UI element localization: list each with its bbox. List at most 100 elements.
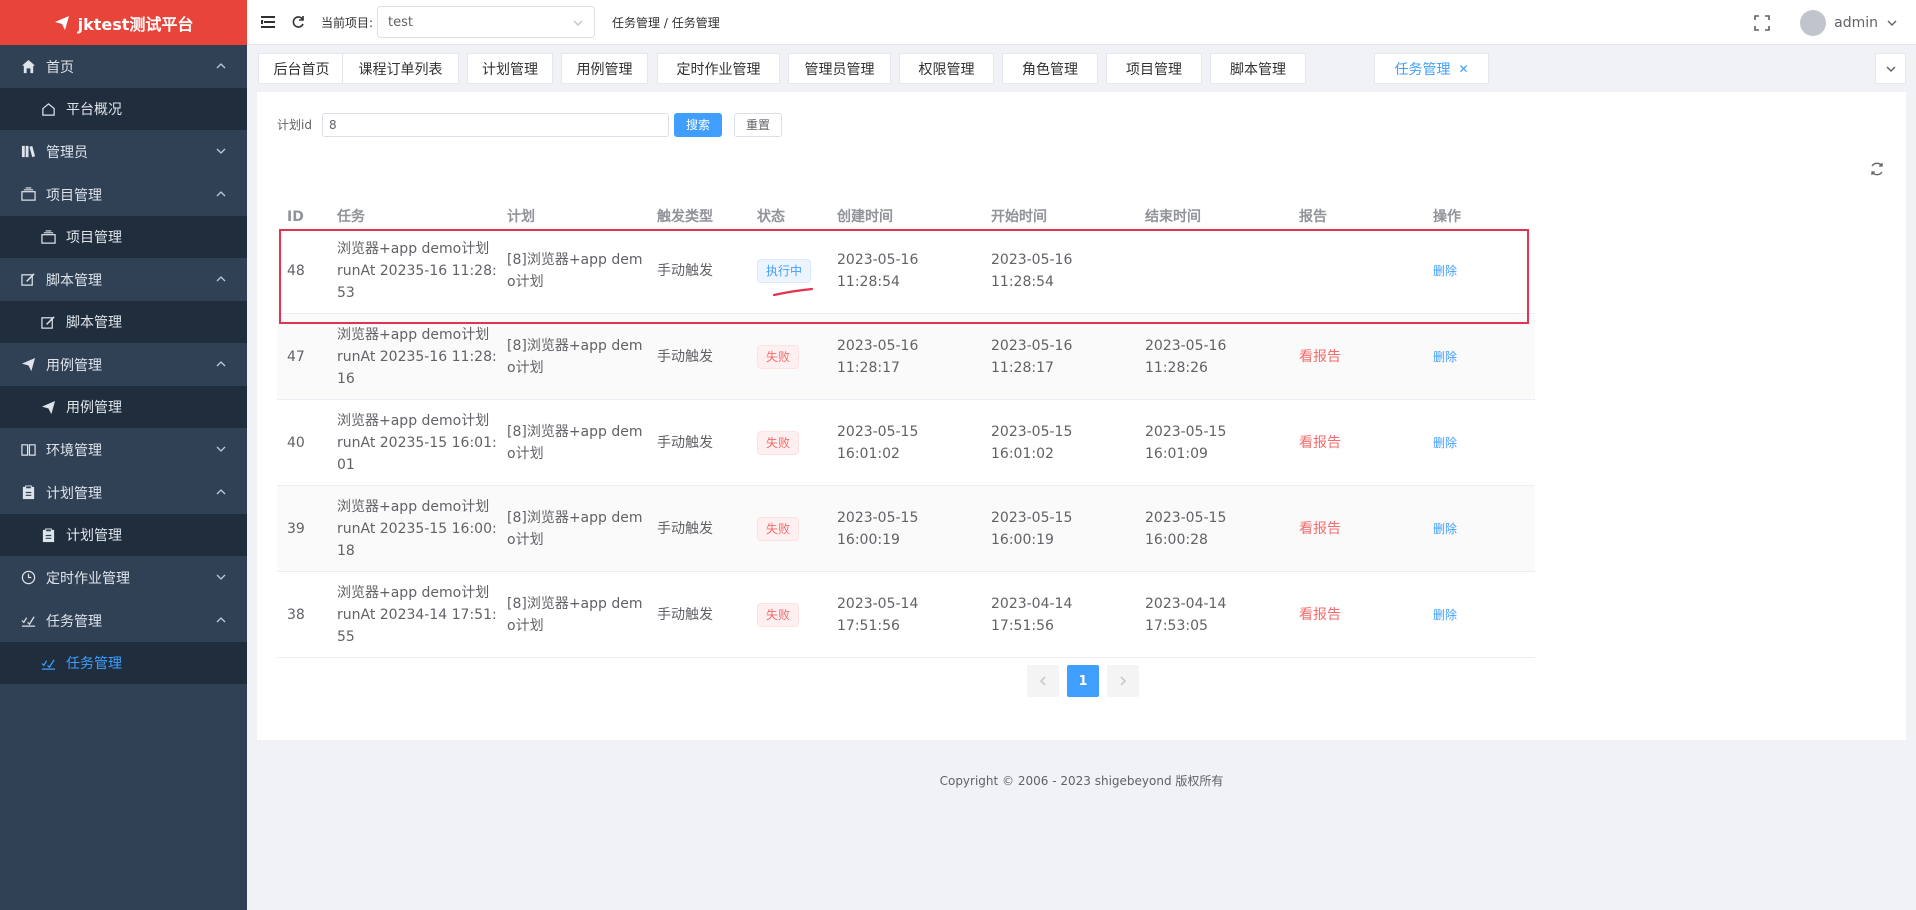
sidebar-item-label: 脚本管理 bbox=[46, 272, 102, 289]
sidebar-subitem-6-0[interactable]: 计划管理 bbox=[0, 514, 247, 556]
cell-created: 2023-05-16 11:28:54 bbox=[837, 251, 919, 290]
view-report-link[interactable]: 看报告 bbox=[1299, 349, 1341, 365]
house-outline-icon bbox=[40, 101, 56, 117]
tab-8[interactable]: 项目管理 bbox=[1106, 53, 1202, 84]
sidebar-item-3[interactable]: 脚本管理 bbox=[0, 258, 247, 301]
chevron-down-icon bbox=[215, 571, 227, 583]
tab-7[interactable]: 角色管理 bbox=[1002, 53, 1098, 84]
sidebar-item-0[interactable]: 首页 bbox=[0, 45, 247, 88]
status-badge: 失败 bbox=[757, 430, 800, 455]
view-report-link[interactable]: 看报告 bbox=[1299, 521, 1341, 537]
plan-id-label: 计划id bbox=[277, 118, 312, 132]
hamburger-icon[interactable] bbox=[259, 13, 277, 31]
send-icon bbox=[20, 357, 36, 373]
delete-link[interactable]: 删除 bbox=[1433, 350, 1457, 364]
tab-3[interactable]: 用例管理 bbox=[561, 53, 648, 84]
sidebar-subitem-2-0[interactable]: 项目管理 bbox=[0, 216, 247, 258]
delete-link[interactable]: 删除 bbox=[1433, 522, 1457, 536]
cell-line: 16 bbox=[337, 370, 355, 387]
tab-label: 脚本管理 bbox=[1230, 61, 1286, 78]
sidebar-menu: 首页 平台概况 管理员 项目管理 项目管理 脚本管理 脚本管理 用例管理 用例管理 环境管理 计划管… bbox=[0, 45, 247, 684]
tab-0[interactable]: 后台首页 bbox=[258, 53, 345, 84]
chevron-down-icon[interactable] bbox=[1886, 17, 1898, 29]
sidebar-subitem-4-0[interactable]: 用例管理 bbox=[0, 386, 247, 428]
handwritten-underline bbox=[772, 287, 814, 297]
next-page-button[interactable] bbox=[1107, 665, 1139, 697]
refresh-icon[interactable] bbox=[289, 13, 307, 31]
sidebar-subitem-8-0[interactable]: 任务管理 bbox=[0, 642, 247, 684]
checklist-icon bbox=[20, 613, 36, 629]
cell-start: 2023-04-14 17:51:56 bbox=[991, 595, 1073, 634]
table-refresh-icon[interactable] bbox=[1868, 160, 1886, 178]
reset-button[interactable]: 重置 bbox=[734, 112, 782, 137]
clock-icon bbox=[20, 570, 36, 586]
cell-line: [8]浏览器+app dem bbox=[507, 423, 643, 440]
fullscreen-icon[interactable] bbox=[1754, 14, 1770, 31]
view-report-link[interactable]: 看报告 bbox=[1299, 607, 1341, 623]
top-navbar: 当前项目: test 任务管理 / 任务管理 admin bbox=[247, 0, 1916, 45]
tab-2[interactable]: 计划管理 bbox=[467, 53, 553, 84]
sidebar-item-label: 首页 bbox=[46, 59, 74, 76]
close-tab-icon[interactable]: ✕ bbox=[1458, 62, 1468, 76]
topbar-right: admin bbox=[1754, 0, 1916, 45]
cell-line: o计划 bbox=[507, 531, 544, 548]
sidebar-subitem-0-0[interactable]: 平台概况 bbox=[0, 88, 247, 130]
cell-line: runAt 20235-16 11:28: bbox=[337, 262, 497, 279]
search-button[interactable]: 搜索 bbox=[674, 112, 722, 137]
sidebar-item-4[interactable]: 用例管理 bbox=[0, 343, 247, 386]
search-form: 计划id 8 搜索 重置 bbox=[277, 112, 782, 137]
cell-plan: [8]浏览器+app dem o计划 bbox=[497, 421, 647, 465]
page-number[interactable]: 1 bbox=[1067, 665, 1099, 697]
cell-created: 2023-05-15 16:00:19 bbox=[837, 509, 919, 548]
sidebar-item-5[interactable]: 环境管理 bbox=[0, 428, 247, 471]
table-header: ID 任务 计划 触发类型 状态 创建时间 开始时间 结束时间 报告 操作 bbox=[277, 206, 1535, 228]
cell-id: 47 bbox=[287, 348, 305, 365]
chevron-right-icon bbox=[1120, 676, 1126, 686]
tab-5[interactable]: 管理员管理 bbox=[788, 53, 891, 84]
plan-id-input[interactable]: 8 bbox=[322, 112, 669, 137]
delete-link[interactable]: 删除 bbox=[1433, 608, 1457, 622]
avatar[interactable] bbox=[1800, 9, 1827, 36]
tab-9[interactable]: 脚本管理 bbox=[1210, 53, 1306, 84]
cell-status: 失败 bbox=[747, 602, 827, 627]
cell-report: 看报告 bbox=[1289, 432, 1423, 454]
chevron-up-icon bbox=[215, 486, 227, 498]
cell-line: runAt 20235-16 11:28: bbox=[337, 348, 497, 365]
sidebar-subitem-3-0[interactable]: 脚本管理 bbox=[0, 301, 247, 343]
table-row: 47 浏览器+app demo计划 runAt 20235-16 11:28: 16 [… bbox=[277, 314, 1535, 400]
tab-label: 定时作业管理 bbox=[676, 61, 761, 78]
chevron-down-icon bbox=[215, 145, 227, 157]
delete-link[interactable]: 删除 bbox=[1433, 436, 1457, 450]
cell-task: 浏览器+app demo计划 runAt 20235-16 11:28: 53 bbox=[327, 238, 497, 304]
sidebar-item-1[interactable]: 管理员 bbox=[0, 130, 247, 173]
delete-link[interactable]: 删除 bbox=[1433, 264, 1457, 278]
user-name[interactable]: admin bbox=[1834, 15, 1878, 31]
sidebar-item-label: 任务管理 bbox=[46, 613, 102, 630]
sidebar-subitem-label: 脚本管理 bbox=[66, 315, 122, 331]
main-card: 计划id 8 搜索 重置 ID 任务 计划 触发类型 状态 创建时间 开始时间 结束时间 报告 操… bbox=[257, 92, 1906, 740]
tab-1[interactable]: 课程订单列表 bbox=[342, 53, 459, 84]
project-label: 当前项目: bbox=[321, 15, 374, 30]
app-title: jktest测试平台 bbox=[77, 14, 194, 34]
view-report-link[interactable]: 看报告 bbox=[1299, 435, 1341, 451]
prev-page-button[interactable] bbox=[1027, 665, 1059, 697]
tab-4[interactable]: 定时作业管理 bbox=[657, 53, 780, 84]
project-select[interactable]: test bbox=[377, 6, 596, 38]
sidebar-item-6[interactable]: 计划管理 bbox=[0, 471, 247, 514]
column-header: 任务 bbox=[337, 209, 365, 225]
breadcrumb: 任务管理 / 任务管理 bbox=[612, 15, 720, 30]
cell-task: 浏览器+app demo计划 runAt 20235-15 16:00: 18 bbox=[327, 496, 497, 562]
cell-end: 2023-04-14 17:53:05 bbox=[1145, 595, 1227, 634]
tab-6[interactable]: 权限管理 bbox=[899, 53, 994, 84]
app-logo[interactable]: jktest测试平台 bbox=[0, 0, 247, 45]
sidebar-item-7[interactable]: 定时作业管理 bbox=[0, 556, 247, 599]
sidebar-item-2[interactable]: 项目管理 bbox=[0, 173, 247, 216]
tab-10[interactable]: 任务管理 ✕ bbox=[1374, 53, 1489, 84]
tabs-more-button[interactable] bbox=[1875, 53, 1906, 84]
column-header: ID bbox=[287, 209, 304, 225]
cell-action: 删除 bbox=[1423, 518, 1535, 540]
chevron-down-icon bbox=[1886, 66, 1895, 72]
sidebar-item-8[interactable]: 任务管理 bbox=[0, 599, 247, 642]
home-icon bbox=[20, 59, 36, 75]
chevron-up-icon bbox=[215, 358, 227, 370]
